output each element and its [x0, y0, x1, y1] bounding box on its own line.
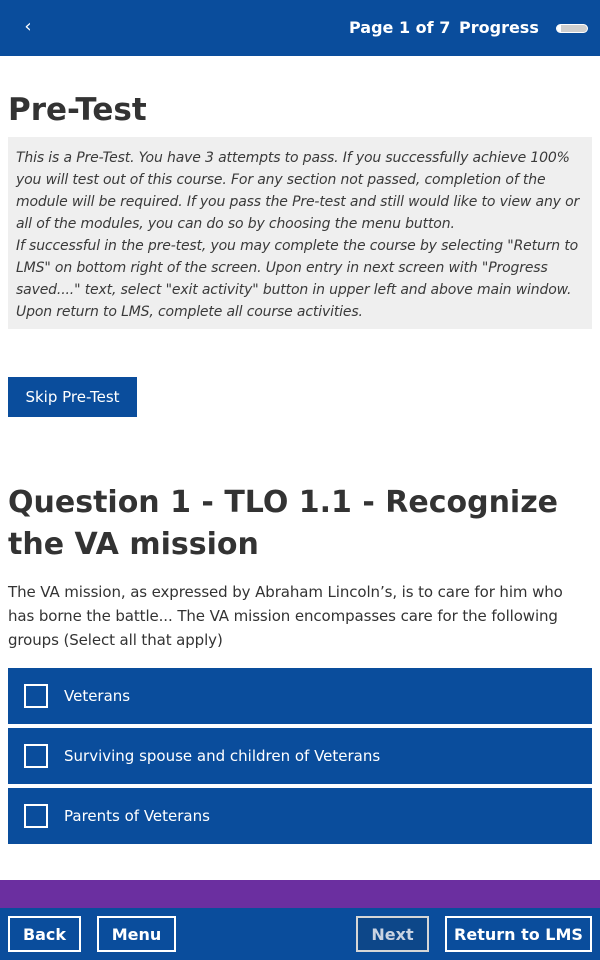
answer-option-veterans[interactable]: Veterans	[8, 668, 592, 724]
intro-paragraph: If successful in the pre-test, you may c…	[16, 238, 579, 320]
intro-instructions: This is a Pre-Test. You have 3 attempts …	[8, 137, 592, 329]
chevron-left-icon[interactable]: ‹	[16, 14, 40, 40]
checkbox-icon[interactable]	[24, 744, 48, 768]
question-title: Question 1 - TLO 1.1 - Recognize the VA …	[8, 485, 559, 562]
checkbox-icon[interactable]	[24, 804, 48, 828]
back-button[interactable]: Back	[8, 916, 81, 952]
checkbox-icon[interactable]	[24, 684, 48, 708]
return-to-lms-button[interactable]: Return to LMS	[445, 916, 592, 952]
option-label: Parents of Veterans	[64, 807, 210, 825]
page-title: Pre-Test	[8, 92, 147, 128]
accent-strip	[0, 880, 600, 908]
progress-bar	[556, 24, 588, 33]
next-button[interactable]: Next	[356, 916, 429, 952]
skip-pretest-button[interactable]: Skip Pre-Test	[8, 377, 137, 417]
footer-nav: Back Menu Next Return to LMS	[0, 908, 600, 960]
progress-fill	[557, 25, 562, 32]
progress-label: Progress	[459, 18, 539, 37]
top-bar: ‹ Page 1 of 7 Progress	[0, 0, 600, 56]
menu-button[interactable]: Menu	[97, 916, 176, 952]
answer-option-surviving-spouse[interactable]: Surviving spouse and children of Veteran…	[8, 728, 592, 784]
option-label: Surviving spouse and children of Veteran…	[64, 747, 381, 765]
page-indicator: Page 1 of 7	[349, 18, 451, 37]
intro-paragraph: This is a Pre-Test. You have 3 attempts …	[16, 150, 580, 232]
answer-options: Veterans Surviving spouse and children o…	[8, 668, 592, 848]
option-label: Veterans	[64, 687, 131, 705]
answer-option-parents[interactable]: Parents of Veterans	[8, 788, 592, 844]
question-text: The VA mission, as expressed by Abraham …	[8, 583, 563, 649]
